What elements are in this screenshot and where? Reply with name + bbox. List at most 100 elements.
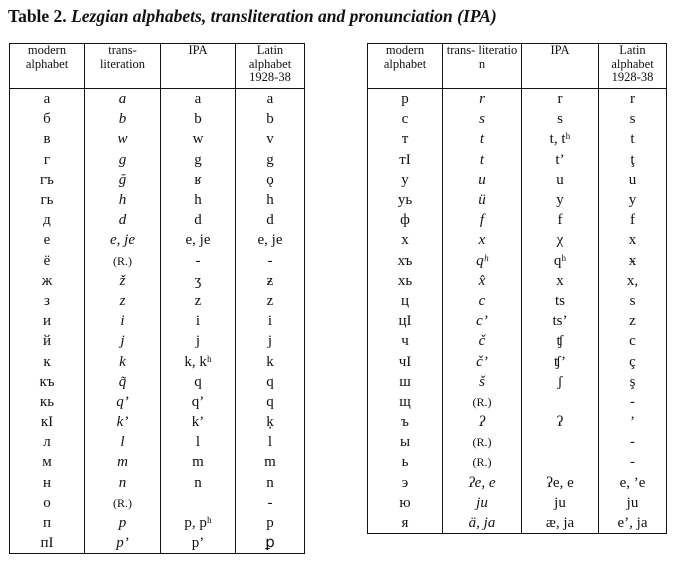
cell-latin: g (235, 149, 305, 170)
table-row: лlll (9, 432, 305, 453)
cell-ipa: ʧ (521, 331, 599, 352)
cell-ipa: q’ (160, 391, 236, 412)
cell-modern: щ (367, 391, 443, 412)
table-row: жžʒƶ (9, 270, 305, 291)
cell-modern: и (9, 311, 85, 332)
cell-latin: b (235, 109, 305, 130)
table-row: кI k’ k’ ķ (9, 412, 305, 433)
cell-modern: с (367, 109, 443, 130)
table-row: ъ ʔ ʔ’ (367, 412, 667, 433)
cell-transliteration: b (84, 109, 161, 130)
cell-transliteration: qʰ (442, 250, 522, 271)
table-row: щ (R.) - (367, 391, 667, 412)
cell-modern: т (367, 129, 443, 150)
cell-ipa (521, 452, 599, 473)
cell-ipa: r (521, 88, 599, 110)
table-row: цI c’ ts’ z (367, 311, 667, 332)
cell-modern: ц (367, 290, 443, 312)
table-caption: Table 2. Lezgian alphabets, transliterat… (8, 6, 497, 27)
header-row: modern alphabet trans- literatio n IPA L… (367, 43, 667, 89)
cell-ipa: n (160, 472, 236, 493)
cell-latin: s (598, 290, 667, 312)
cell-modern: ы (367, 432, 443, 453)
cell-latin: q (235, 391, 305, 412)
cell-ipa: ʔ (521, 412, 599, 433)
cell-modern: пI (9, 533, 85, 555)
cell-transliteration: e, je (84, 230, 161, 251)
table-row: бbbb (9, 109, 305, 130)
table-row: йjjj (9, 331, 305, 352)
cell-latin: ç (598, 351, 667, 372)
cell-ipa: ʁ (160, 169, 236, 190)
cell-latin: s (598, 109, 667, 130)
table-row: фfff (367, 210, 667, 231)
cell-latin: r (598, 88, 667, 110)
cell-ipa: t’ (521, 149, 599, 170)
cell-ipa: m (160, 452, 236, 473)
table-row: аaaa (9, 88, 305, 110)
cell-latin: ju (598, 492, 667, 513)
cell-latin: h (235, 189, 305, 211)
cell-latin: a (235, 88, 305, 110)
cell-transliteration: u (442, 169, 522, 190)
cell-transliteration: (R.) (442, 432, 522, 453)
header-row: modern alphabet trans- literation IPA La… (9, 43, 305, 89)
cell-ipa: q (160, 371, 236, 392)
cell-transliteration: t (442, 129, 522, 150)
table-row: хxχx (367, 230, 667, 251)
cell-modern: хь (367, 270, 443, 291)
cell-modern: ю (367, 492, 443, 513)
header-modern-alphabet: modern alphabet (367, 43, 443, 89)
cell-ipa: ʔe, e (521, 472, 599, 493)
cell-modern: л (9, 432, 85, 453)
cell-modern: кI (9, 412, 85, 433)
cell-transliteration: z (84, 290, 161, 312)
cell-modern: цI (367, 311, 443, 332)
table-row: уuuu (367, 169, 667, 190)
cell-latin: q (235, 371, 305, 392)
header-latin-alphabet: Latin alphabet 1928-38 (235, 43, 305, 89)
cell-ipa: y (521, 189, 599, 211)
cell-transliteration: ž (84, 270, 161, 291)
table-row: кь q’ q’ q (9, 391, 305, 412)
table-row: о (R.) - (9, 492, 305, 513)
cell-transliteration: x (442, 230, 522, 251)
table-body-right: р r r r с s s s т t t, tʰ t тI t t’ ţ у u u u уь ü y y ф f f f х x χ x х… (367, 88, 667, 535)
table-row: п p p, pʰ p (9, 512, 305, 534)
cell-transliteration: (R.) (84, 492, 161, 513)
cell-transliteration: m (84, 452, 161, 473)
cell-transliteration: č (442, 331, 522, 352)
cell-modern: д (9, 210, 85, 231)
cell-transliteration: p’ (84, 533, 161, 555)
cell-ipa: x (521, 270, 599, 291)
table-row: дddd (9, 210, 305, 231)
table-row: гggg (9, 149, 305, 170)
cell-latin: e, ’e (598, 472, 667, 493)
cell-ipa: e, je (160, 230, 236, 251)
cell-transliteration: f (442, 210, 522, 231)
cell-modern: ф (367, 210, 443, 231)
cell-latin: e, je (235, 230, 305, 251)
cell-latin: t (598, 129, 667, 150)
table-row: иiii (9, 311, 305, 332)
cell-modern: м (9, 452, 85, 473)
cell-ipa: b (160, 109, 236, 130)
table-row: вwwv (9, 129, 305, 150)
cell-transliteration: ju (442, 492, 522, 513)
cell-transliteration: g (84, 149, 161, 170)
table-row: зzzz (9, 290, 305, 312)
header-ipa: IPA (521, 43, 599, 89)
cell-ipa: æ, ja (521, 512, 599, 535)
table-row: сsss (367, 109, 667, 130)
cell-transliteration: d (84, 210, 161, 231)
cell-transliteration: č’ (442, 351, 522, 372)
cell-modern: э (367, 472, 443, 493)
table-row: хь x̂ x x, (367, 270, 667, 291)
cell-latin: z (235, 290, 305, 312)
cell-latin: - (598, 432, 667, 453)
cell-ipa: p’ (160, 533, 236, 555)
table-row: шšʃş (367, 371, 667, 392)
cell-transliteration: s (442, 109, 522, 130)
cell-latin: d (235, 210, 305, 231)
cell-modern: х (367, 230, 443, 251)
